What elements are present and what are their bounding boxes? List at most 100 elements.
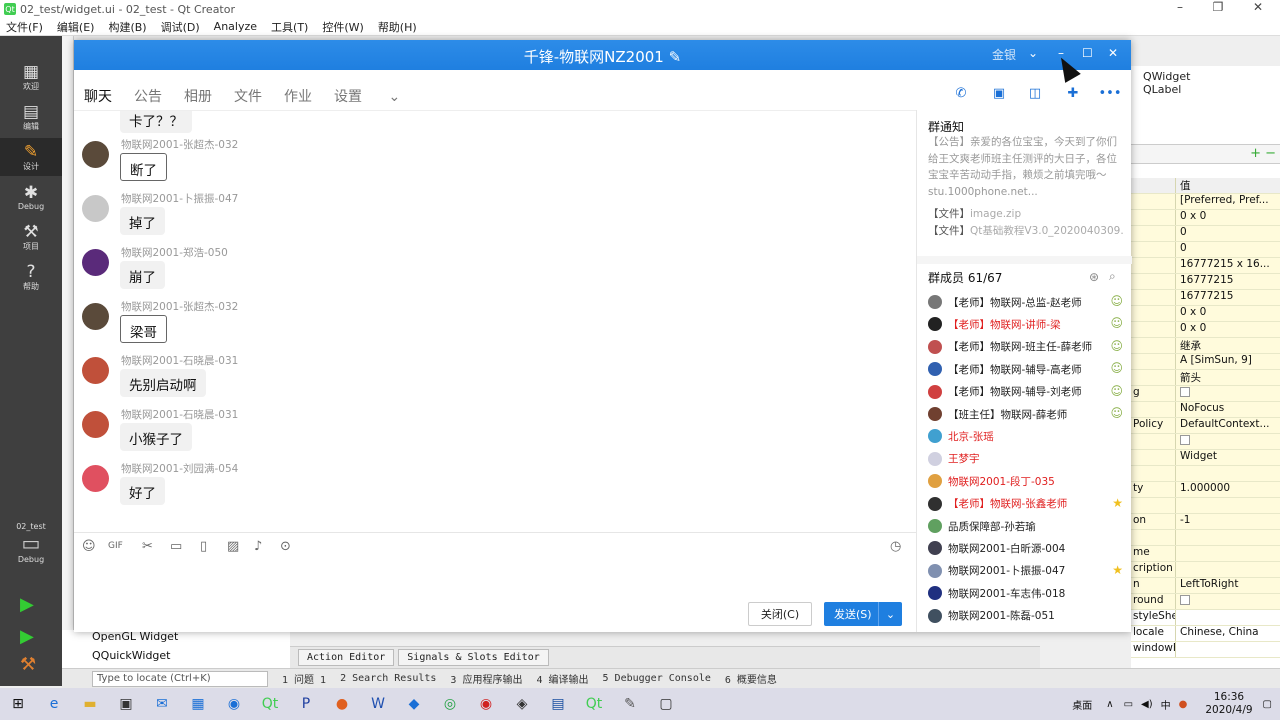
edit-title-icon[interactable]: ✎ xyxy=(669,48,682,66)
property-row[interactable]: 0 x 0 xyxy=(1131,322,1280,338)
property-value[interactable] xyxy=(1175,466,1280,481)
property-value[interactable]: DefaultContext... xyxy=(1175,418,1280,433)
avatar[interactable] xyxy=(82,465,109,492)
qt-icon[interactable]: Qt xyxy=(252,688,288,720)
member-item[interactable]: 【老师】物联网-总监-赵老师 ☺ xyxy=(928,292,1123,312)
property-value[interactable]: LeftToRight xyxy=(1175,578,1280,593)
mode-debug[interactable]: ✱ Debug xyxy=(0,178,62,216)
tab-signals-slots[interactable]: Signals & Slots Editor xyxy=(398,649,549,666)
property-value[interactable]: 16777215 xyxy=(1175,274,1280,289)
member-item[interactable]: 物联网2001-段丁-035 xyxy=(928,471,1123,491)
firefox-icon[interactable]: ● xyxy=(324,688,360,720)
window-mode-label[interactable]: 金银 xyxy=(992,46,1016,63)
locator-input[interactable]: Type to locate (Ctrl+K) xyxy=(92,670,268,687)
property-value[interactable]: 16777215 xyxy=(1175,290,1280,305)
property-value[interactable]: [Preferred, Pref... xyxy=(1175,194,1280,209)
property-row[interactable]: n LeftToRight xyxy=(1131,578,1280,594)
member-item[interactable]: 【老师】物联网-辅导-刘老师 ☺ xyxy=(928,382,1123,402)
property-value[interactable]: Chinese, China xyxy=(1175,626,1280,641)
search-icon[interactable]: ⌕ xyxy=(1109,269,1116,284)
menu-edit[interactable]: 编辑(E) xyxy=(57,19,95,35)
close-button[interactable]: 关闭(C) xyxy=(748,602,812,626)
mode-welcome[interactable]: ▦ 欢迎 xyxy=(0,58,62,96)
menu-tools[interactable]: 工具(T) xyxy=(271,19,308,35)
property-value[interactable]: NoFocus xyxy=(1175,402,1280,417)
property-row[interactable]: 16777215 xyxy=(1131,274,1280,290)
app-tray-icon[interactable]: ● xyxy=(1179,699,1188,710)
property-value[interactable]: Widget xyxy=(1175,450,1280,465)
app-icon[interactable]: ▢ xyxy=(648,688,684,720)
property-row[interactable]: g xyxy=(1131,386,1280,402)
app-icon[interactable]: W xyxy=(360,688,396,720)
property-row[interactable] xyxy=(1131,530,1280,546)
property-row[interactable]: 0 x 0 xyxy=(1131,210,1280,226)
app-icon[interactable]: ◉ xyxy=(216,688,252,720)
property-value[interactable] xyxy=(1175,386,1280,401)
property-row[interactable]: 箭头 xyxy=(1131,370,1280,386)
menu-help[interactable]: 帮助(H) xyxy=(378,19,417,35)
property-row[interactable] xyxy=(1131,466,1280,482)
run-icon[interactable]: ▶ xyxy=(20,594,34,615)
member-item[interactable]: 物联网2001-陈磊-051 xyxy=(928,606,1123,626)
property-row[interactable]: 0 x 0 xyxy=(1131,306,1280,322)
chevron-down-icon[interactable]: ⌄ xyxy=(1028,46,1038,60)
property-row[interactable]: A [SimSun, 9] xyxy=(1131,354,1280,370)
property-value[interactable]: 箭头 xyxy=(1175,370,1280,385)
pane-general[interactable]: 6 概要信息 xyxy=(725,671,777,686)
ime-label[interactable]: 中 xyxy=(1161,697,1171,712)
member-item[interactable]: 物联网2001-车志伟-018 xyxy=(928,583,1123,603)
property-value[interactable] xyxy=(1175,546,1280,561)
property-value[interactable]: 1.000000 xyxy=(1175,482,1280,497)
property-row[interactable]: 16777215 x 16... xyxy=(1131,258,1280,274)
property-value[interactable]: 0 x 0 xyxy=(1175,210,1280,225)
property-row[interactable]: windowFilePath xyxy=(1131,642,1280,658)
property-value[interactable]: -1 xyxy=(1175,514,1280,529)
property-row[interactable]: round xyxy=(1131,594,1280,610)
menu-file[interactable]: 文件(F) xyxy=(6,19,43,35)
property-row[interactable] xyxy=(1131,434,1280,450)
mode-projects[interactable]: ⚒ 项目 xyxy=(0,218,62,256)
video-icon[interactable]: ▣ xyxy=(988,82,1010,104)
network-icon[interactable]: ▭ xyxy=(1124,699,1133,710)
object-item[interactable]: QWidget xyxy=(1131,70,1280,83)
property-row[interactable]: locale Chinese, China xyxy=(1131,626,1280,642)
member-item[interactable]: 王梦宇 xyxy=(928,449,1123,469)
mode-help[interactable]: ? 帮助 xyxy=(0,258,62,296)
chevron-down-icon[interactable]: ⌄ xyxy=(878,602,902,626)
image-icon[interactable]: ▨ xyxy=(227,539,239,554)
app-icon[interactable]: ◎ xyxy=(432,688,468,720)
gif-icon[interactable]: GIF xyxy=(108,541,123,551)
property-value[interactable] xyxy=(1175,594,1280,609)
widget-box-item[interactable]: QQuickWidget xyxy=(92,649,171,662)
app-icon[interactable]: ◈ xyxy=(504,688,540,720)
property-value[interactable]: 0 xyxy=(1175,226,1280,241)
tab-notice[interactable]: 公告 xyxy=(134,86,162,106)
property-value[interactable]: 0 xyxy=(1175,242,1280,257)
object-item[interactable]: QLabel xyxy=(1131,83,1280,96)
property-checkbox[interactable] xyxy=(1180,387,1190,397)
property-value[interactable]: 0 x 0 xyxy=(1175,322,1280,337)
start-icon[interactable]: ⊞ xyxy=(0,688,36,720)
property-value[interactable] xyxy=(1175,610,1280,625)
more-icon[interactable]: ••• xyxy=(1099,82,1122,104)
explorer-icon[interactable]: ▬ xyxy=(72,688,108,720)
pane-app-output[interactable]: 3 应用程序输出 xyxy=(450,671,522,686)
close-icon[interactable]: ✕ xyxy=(1108,46,1118,60)
edge-icon[interactable]: e xyxy=(36,688,72,720)
member-item[interactable]: 【老师】物联网-讲师-梁 ☺ xyxy=(928,314,1123,334)
property-row[interactable]: 0 xyxy=(1131,226,1280,242)
avatar[interactable] xyxy=(82,141,109,168)
add-chat-icon[interactable]: ✚ xyxy=(1062,82,1084,104)
desktop-label[interactable]: 桌面 xyxy=(1072,697,1092,712)
menu-analyze[interactable]: Analyze xyxy=(214,20,257,33)
member-item[interactable]: 北京-张瑶 xyxy=(928,426,1123,446)
netease-icon[interactable]: ◉ xyxy=(468,688,504,720)
property-value[interactable]: 0 x 0 xyxy=(1175,306,1280,321)
scissors-icon[interactable]: ✂ xyxy=(142,539,153,554)
history-icon[interactable]: ◷ xyxy=(890,539,901,554)
tab-action-editor[interactable]: Action Editor xyxy=(298,649,395,666)
property-row[interactable]: Widget xyxy=(1131,450,1280,466)
members-settings-icon[interactable]: ⊛ xyxy=(1089,270,1099,284)
send-button[interactable]: 发送(S) ⌄ xyxy=(824,602,902,626)
clock[interactable]: 16:36 2020/4/9 xyxy=(1205,691,1252,717)
